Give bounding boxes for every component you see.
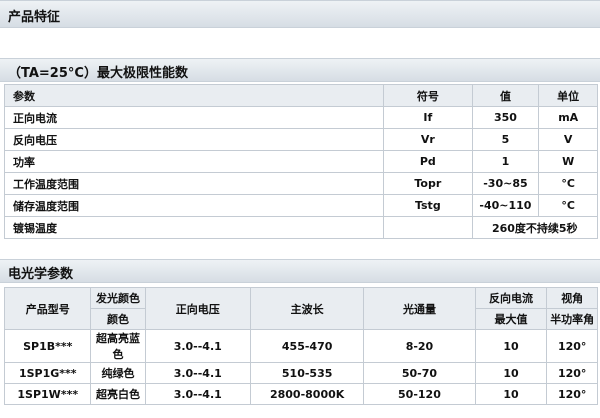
symbol-cell: If: [384, 107, 472, 128]
table-row: 1SP1G*** 纯绿色 3.0--4.1 510-535 50-70 10 1…: [5, 363, 597, 383]
flux-cell: 50-120: [364, 384, 475, 404]
symbol-cell: Pd: [384, 151, 472, 172]
wavelength-cell: 455-470: [250, 330, 364, 362]
header-model: 产品型号: [5, 288, 91, 329]
header-reverse-current: 反向电流: [475, 288, 547, 308]
unit-cell: mA: [539, 107, 597, 128]
eo-section-header: 电光学参数: [0, 259, 600, 283]
color-cell: 纯绿色: [91, 363, 145, 383]
symbol-cell: Topr: [384, 173, 472, 194]
table-row: 储存温度范围 Tstg -40~110 °C: [5, 195, 597, 216]
max-section-title: （TA=25°C）最大极限性能数: [8, 66, 188, 81]
table-header-row: 产品型号 发光颜色 正向电压 主波长 光通量 反向电流 视角: [5, 288, 597, 329]
header-unit: 单位: [539, 85, 597, 106]
reverse-cell: 10: [475, 330, 547, 362]
header-wavelength: 主波长: [250, 288, 364, 329]
unit-cell: °C: [539, 195, 597, 216]
page-title: 产品特征: [8, 10, 61, 25]
angle-cell: 120°: [547, 363, 597, 383]
symbol-cell: Vr: [384, 129, 472, 150]
table-header-row: 参数 符号 值 单位: [5, 85, 597, 106]
table-row: 正向电流 If 350 mA: [5, 107, 597, 128]
solder-value-cell: 260度不持续5秒: [472, 217, 597, 238]
value-cell: 5: [472, 129, 539, 150]
color-cell: 超亮白色: [91, 384, 145, 404]
header-view-angle: 视角: [547, 288, 597, 308]
param-cell: 工作温度范围: [5, 173, 384, 194]
value-cell: 350: [472, 107, 539, 128]
model-cell: 1SP1W***: [5, 384, 91, 404]
param-cell: 储存温度范围: [5, 195, 384, 216]
unit-cell: V: [539, 129, 597, 150]
header-symbol: 符号: [384, 85, 472, 106]
param-cell: 反向电压: [5, 129, 384, 150]
flux-cell: 50-70: [364, 363, 475, 383]
param-cell: 功率: [5, 151, 384, 172]
symbol-cell: Tstg: [384, 195, 472, 216]
electro-optical-table: 产品型号 发光颜色 正向电压 主波长 光通量 反向电流 视角 颜色 最大值 半功…: [4, 287, 598, 405]
header-param: 参数: [5, 85, 384, 106]
table-row: 功率 Pd 1 W: [5, 151, 597, 172]
max-ratings-table: 参数 符号 值 单位 正向电流 If 350 mA 反向电压 Vr 5 V 功率…: [4, 84, 598, 239]
unit-cell: °C: [539, 173, 597, 194]
header-forward-voltage: 正向电压: [145, 288, 250, 329]
wavelength-cell: 2800-8000K: [250, 384, 364, 404]
param-cell: 镀锡温度: [5, 217, 384, 238]
reverse-cell: 10: [475, 363, 547, 383]
value-cell: -40~110: [472, 195, 539, 216]
angle-cell: 120°: [547, 384, 597, 404]
eo-section-title: 电光学参数: [8, 267, 74, 282]
color-cell: 超高亮蓝色: [91, 330, 145, 362]
table-row: 工作温度范围 Topr -30~85 °C: [5, 173, 597, 194]
header-color: 颜色: [91, 309, 145, 329]
angle-cell: 120°: [547, 330, 597, 362]
table-row: 镀锡温度 260度不持续5秒: [5, 217, 597, 238]
table-row: 反向电压 Vr 5 V: [5, 129, 597, 150]
title-bar: 产品特征: [0, 0, 600, 28]
voltage-cell: 3.0--4.1: [145, 384, 250, 404]
max-section-header: （TA=25°C）最大极限性能数: [0, 58, 600, 82]
header-half-power: 半功率角: [547, 309, 597, 329]
header-max-value: 最大值: [475, 309, 547, 329]
header-value: 值: [472, 85, 539, 106]
header-emit-color: 发光颜色: [91, 288, 145, 308]
model-cell: SP1B***: [5, 330, 91, 362]
value-cell: 1: [472, 151, 539, 172]
param-cell: 正向电流: [5, 107, 384, 128]
model-cell: 1SP1G***: [5, 363, 91, 383]
flux-cell: 8-20: [364, 330, 475, 362]
wavelength-cell: 510-535: [250, 363, 364, 383]
table-row: 1SP1W*** 超亮白色 3.0--4.1 2800-8000K 50-120…: [5, 384, 597, 404]
header-flux: 光通量: [364, 288, 475, 329]
voltage-cell: 3.0--4.1: [145, 330, 250, 362]
reverse-cell: 10: [475, 384, 547, 404]
table-row: SP1B*** 超高亮蓝色 3.0--4.1 455-470 8-20 10 1…: [5, 330, 597, 362]
value-cell: -30~85: [472, 173, 539, 194]
unit-cell: W: [539, 151, 597, 172]
voltage-cell: 3.0--4.1: [145, 363, 250, 383]
